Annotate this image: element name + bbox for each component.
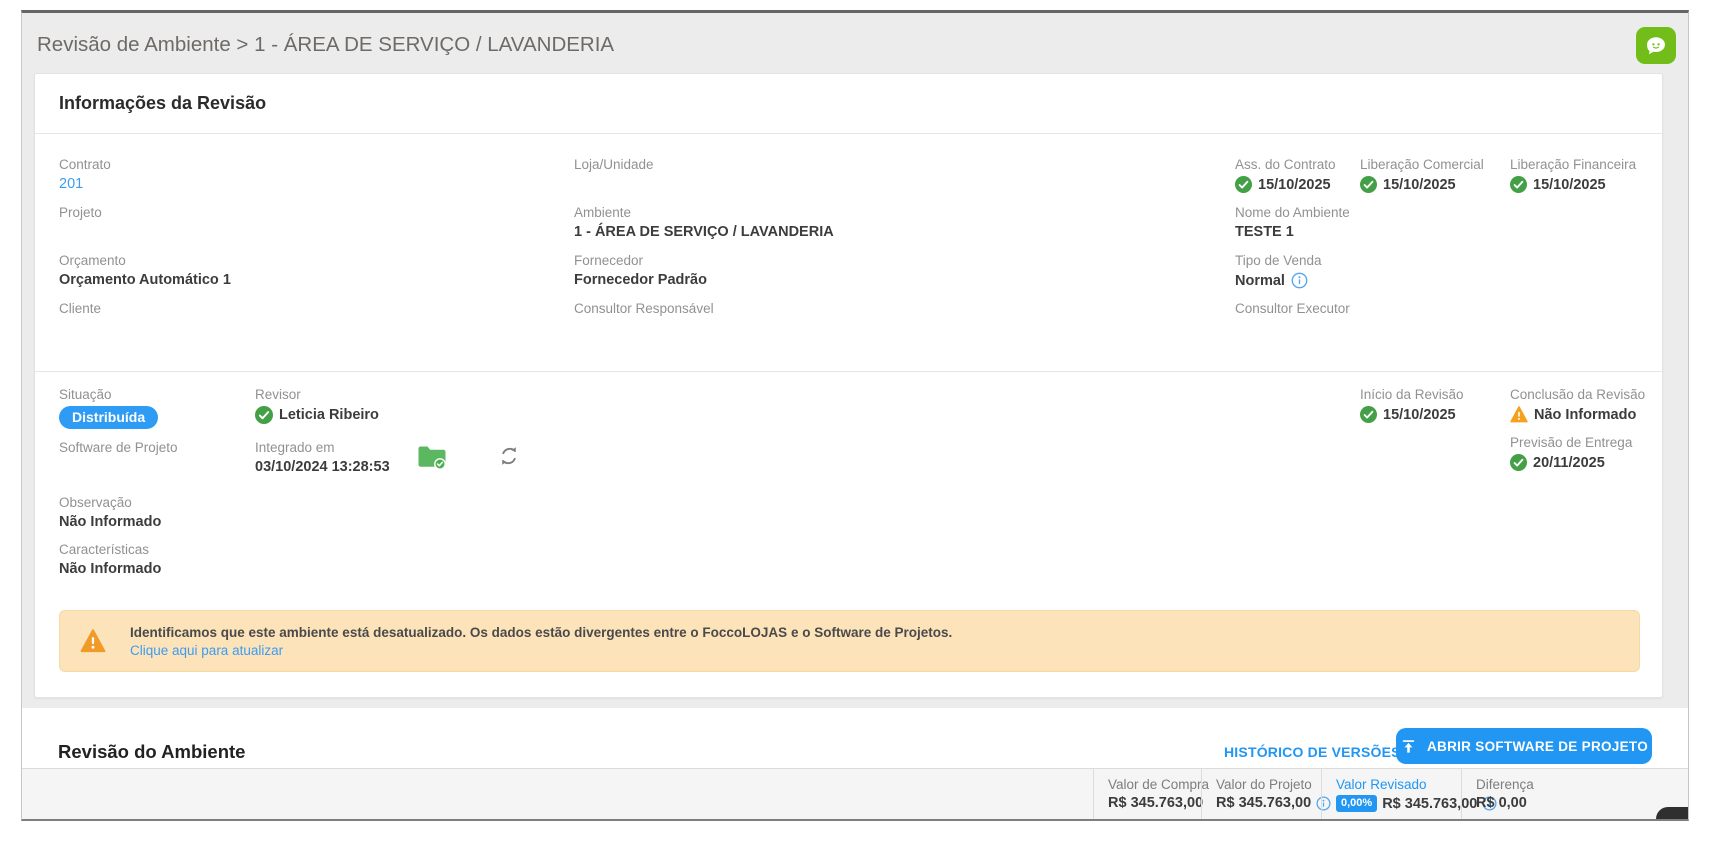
field-nome-ambiente: Nome do Ambiente TESTE 1 [1235, 205, 1350, 240]
field-inicio-revisao: Início da Revisão 15/10/2025 [1360, 387, 1464, 423]
corner-widget[interactable] [1656, 807, 1688, 819]
main-panel: Revisão de Ambiente > 1 - ÁREA DE SERVIÇ… [21, 10, 1689, 821]
card-title: Informações da Revisão [59, 93, 267, 113]
divider [35, 371, 1662, 372]
chat-icon [1644, 34, 1668, 58]
field-contrato: Contrato 201 [59, 157, 111, 192]
field-tipo-venda: Tipo de Venda Normal [1235, 253, 1322, 289]
field-integrado-em: Integrado em 03/10/2024 13:28:53 [255, 440, 390, 475]
percent-badge: 0,00% [1336, 795, 1378, 812]
total-diferenca: Diferença R$ 0,00 [1461, 769, 1688, 819]
version-history-link[interactable]: HISTÓRICO DE VERSÕES [1224, 744, 1401, 760]
info-icon[interactable] [1291, 272, 1308, 289]
total-valor-projeto: Valor do Projeto R$ 345.763,00 [1201, 769, 1331, 819]
contrato-link[interactable]: 201 [59, 176, 83, 192]
section-title: Revisão do Ambiente [58, 741, 246, 762]
check-circle-icon [1235, 176, 1252, 193]
banner-update-link[interactable]: Clique aqui para atualizar [130, 643, 952, 658]
field-orcamento: Orçamento Orçamento Automático 1 [59, 253, 231, 288]
warning-triangle-icon [1510, 406, 1528, 423]
total-valor-compra: Valor de Compra R$ 345.763,00 [1093, 769, 1209, 819]
open-project-software-button[interactable]: ABRIR SOFTWARE DE PROJETO [1396, 728, 1652, 764]
field-consultor-responsavel: Consultor Responsável [574, 301, 714, 316]
revision-info-card: Informações da Revisão Contrato 201 Loja… [34, 73, 1663, 698]
banner-message: Identificamos que este ambiente está des… [130, 624, 953, 640]
check-circle-icon [1510, 454, 1527, 471]
upload-icon [1400, 738, 1417, 755]
support-chat-button[interactable] [1636, 27, 1676, 64]
field-consultor-executor: Consultor Executor [1235, 301, 1350, 316]
field-ass-contrato: Ass. do Contrato 15/10/2025 [1235, 157, 1336, 193]
check-circle-icon [255, 406, 273, 424]
status-badge: Distribuída [59, 406, 159, 429]
warning-triangle-icon [80, 629, 106, 653]
outdated-warning-banner: Identificamos que este ambiente está des… [59, 610, 1640, 672]
check-circle-icon [1360, 406, 1377, 423]
field-liberacao-comercial: Liberação Comercial 15/10/2025 [1360, 157, 1484, 193]
field-revisor: Revisor Leticia Ribeiro [255, 387, 379, 424]
field-software-projeto: Software de Projeto [59, 440, 178, 455]
totals-bar: Valor de Compra R$ 345.763,00 Valor do P… [22, 768, 1688, 819]
field-observacao: Observação Não Informado [59, 495, 162, 530]
folder-check-icon [417, 444, 447, 470]
field-liberacao-financeira: Liberação Financeira 15/10/2025 [1510, 157, 1637, 193]
screen: Revisão de Ambiente > 1 - ÁREA DE SERVIÇ… [0, 0, 1709, 842]
field-conclusao-revisao: Conclusão da Revisão Não Informado [1510, 387, 1646, 423]
check-circle-icon [1510, 176, 1527, 193]
sync-icon [497, 444, 521, 468]
field-situacao: Situação Distribuída [59, 387, 159, 429]
field-caracteristicas: Características Não Informado [59, 542, 162, 577]
field-projeto: Projeto [59, 205, 102, 220]
field-fornecedor: Fornecedor Fornecedor Padrão [574, 253, 707, 288]
breadcrumb: Revisão de Ambiente > 1 - ÁREA DE SERVIÇ… [37, 33, 615, 56]
field-loja-unidade: Loja/Unidade [574, 157, 654, 172]
field-ambiente: Ambiente 1 - ÁREA DE SERVIÇO / LAVANDERI… [574, 205, 834, 240]
total-valor-revisado: Valor Revisado 0,00% R$ 345.763,00 [1321, 769, 1497, 819]
check-circle-icon [1360, 176, 1377, 193]
sync-action[interactable] [497, 444, 521, 468]
field-previsao-entrega: Previsão de Entrega 20/11/2025 [1510, 435, 1633, 471]
integration-folder[interactable] [417, 444, 447, 470]
divider [35, 133, 1662, 134]
field-cliente: Cliente [59, 301, 102, 316]
